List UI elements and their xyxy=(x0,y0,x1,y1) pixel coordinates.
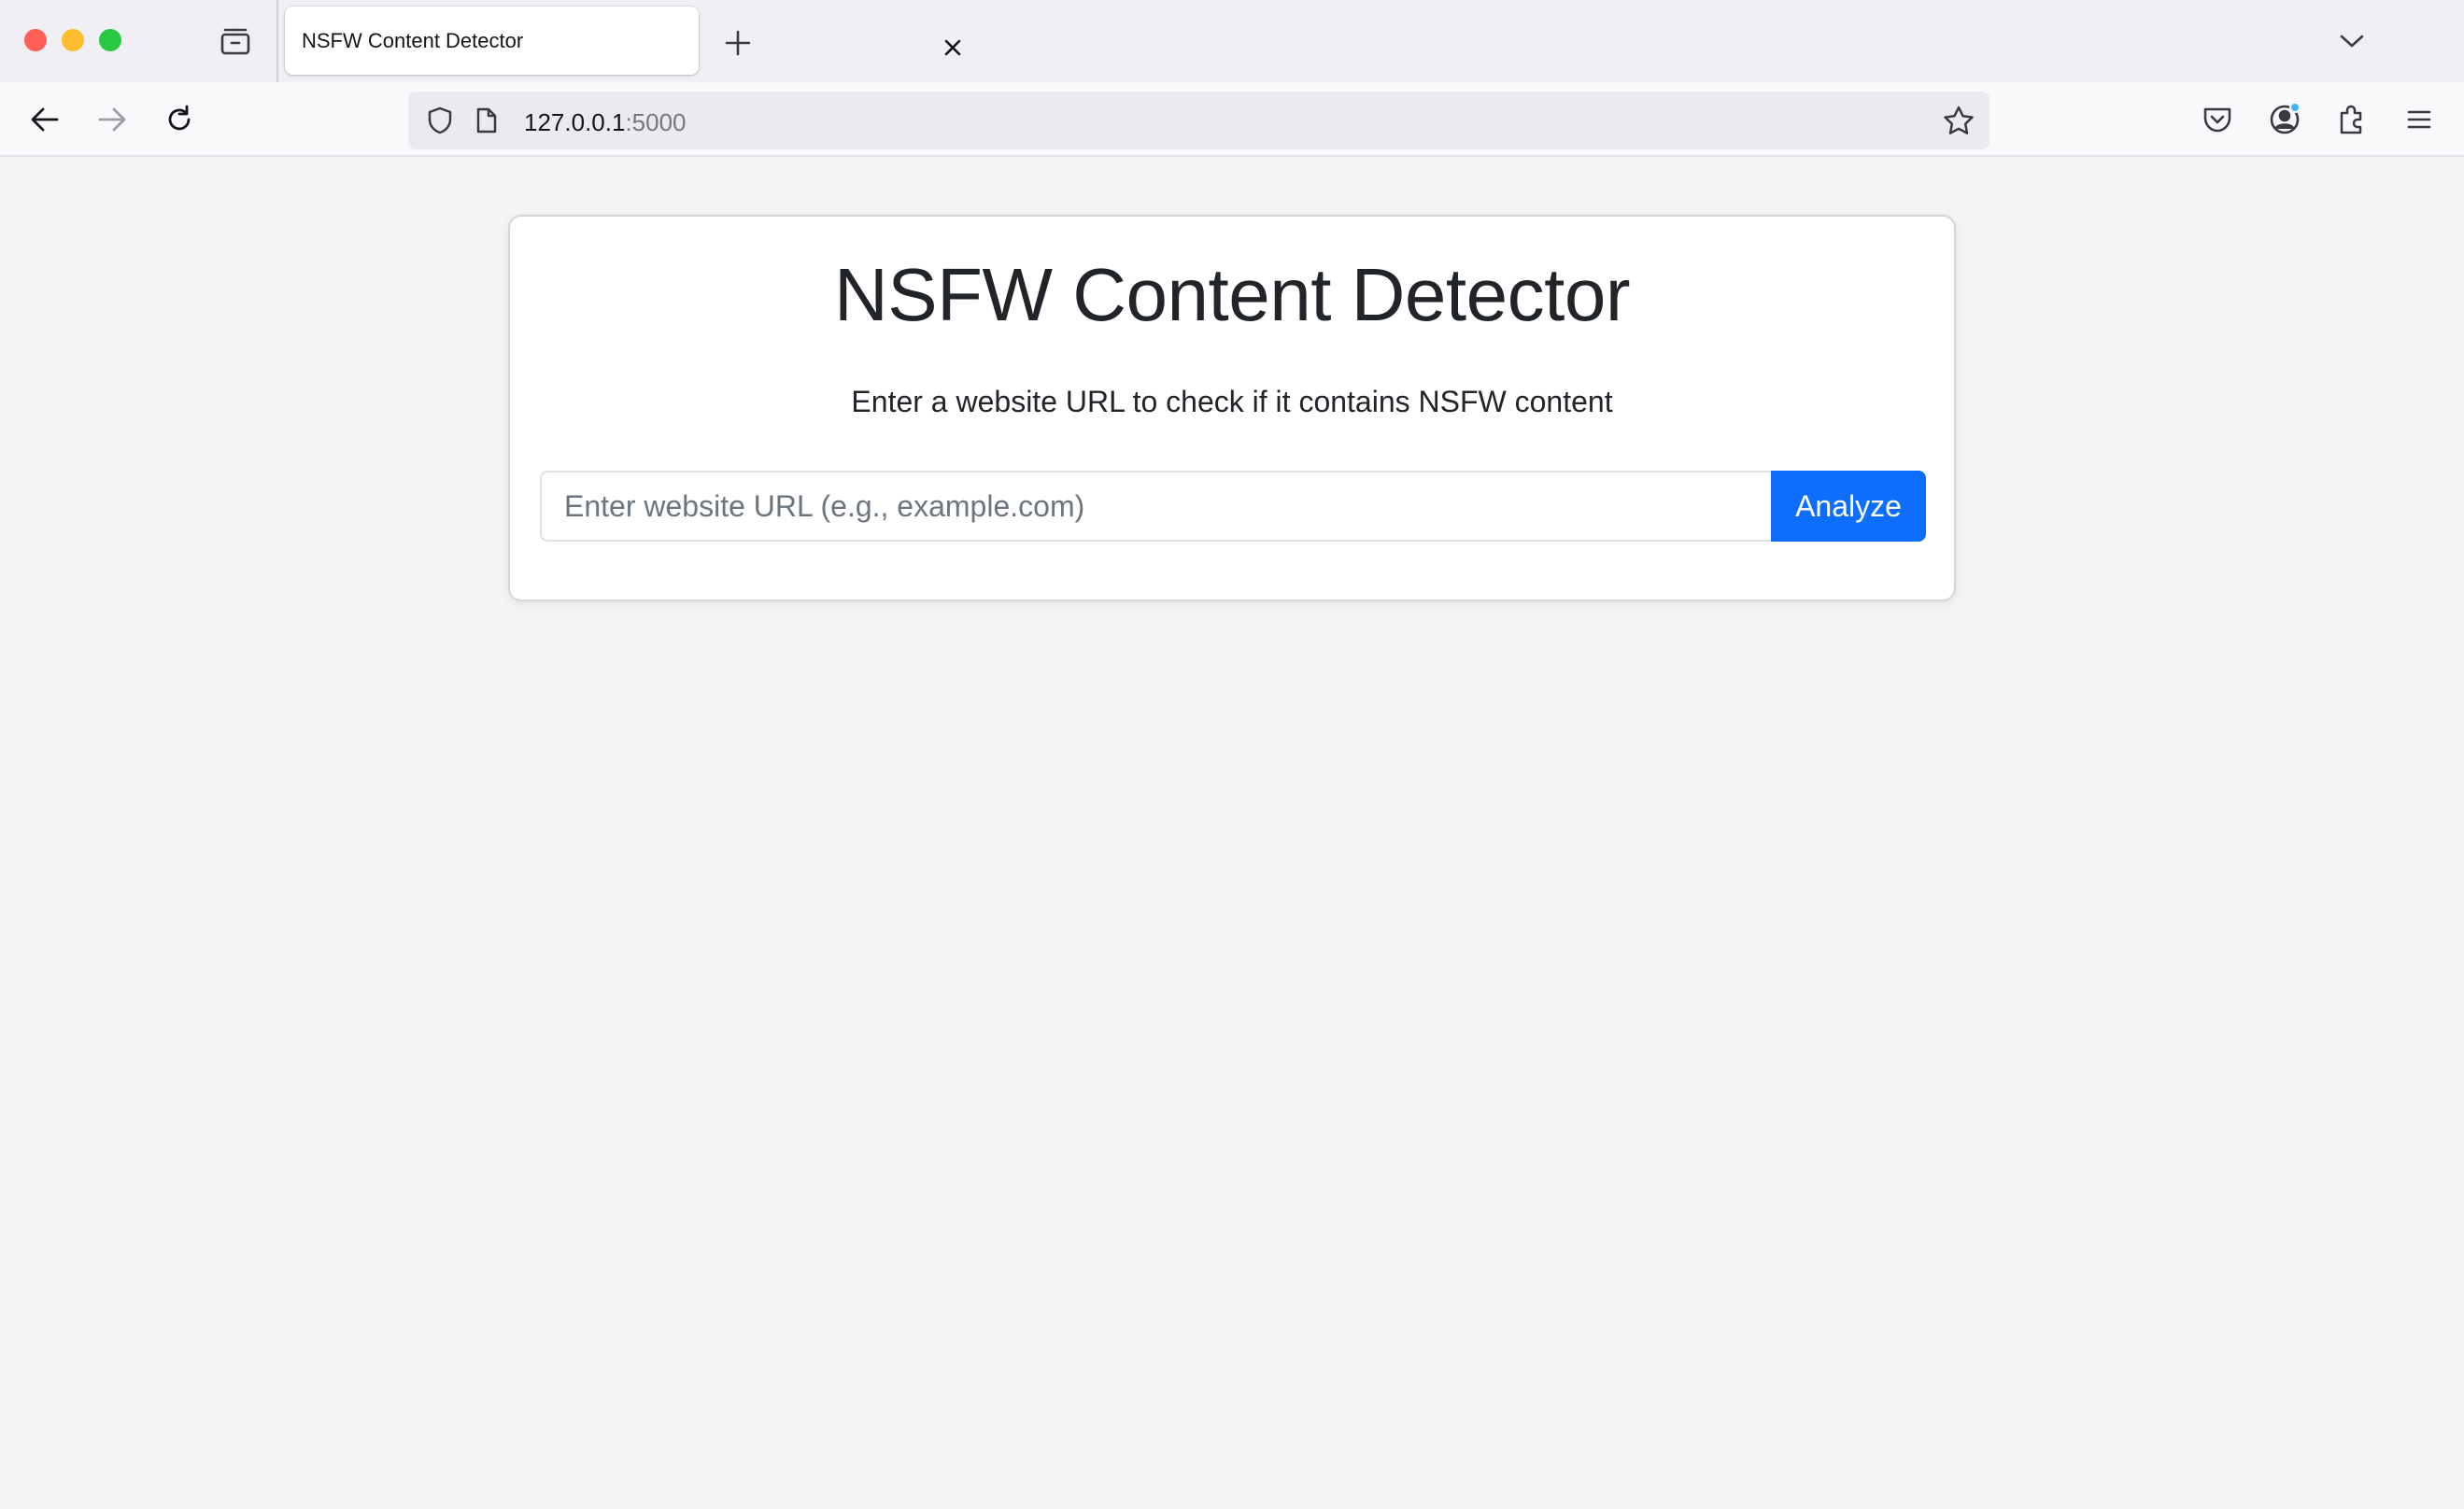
tab-title: NSFW Content Detector xyxy=(302,29,524,52)
forward-arrow-icon[interactable] xyxy=(90,99,135,140)
tab-strip: NSFW Content Detector xyxy=(0,0,2464,82)
page-title: NSFW Content Detector xyxy=(834,253,1631,336)
address-bar[interactable]: 127.0.0.1:5000 xyxy=(408,92,1990,149)
firefox-view-icon[interactable] xyxy=(213,22,258,60)
tab-divider xyxy=(276,0,278,82)
active-tab[interactable]: NSFW Content Detector xyxy=(285,7,961,75)
url-text[interactable]: 127.0.0.1:5000 xyxy=(524,108,687,137)
analyze-button[interactable]: Analyze xyxy=(1771,471,1926,542)
pocket-icon[interactable] xyxy=(2195,99,2240,140)
reload-icon[interactable] xyxy=(157,99,202,140)
maximize-window-button[interactable] xyxy=(99,29,121,51)
extensions-puzzle-icon[interactable] xyxy=(2329,99,2374,140)
page-subtitle: Enter a website URL to check if it conta… xyxy=(851,385,1613,418)
hamburger-menu-icon[interactable] xyxy=(2397,99,2442,140)
back-arrow-icon[interactable] xyxy=(22,99,67,140)
detector-card: NSFW Content Detector Enter a website UR… xyxy=(508,215,1956,601)
chevron-down-icon[interactable] xyxy=(2329,21,2374,62)
notification-dot xyxy=(2289,102,2301,113)
website-url-input[interactable] xyxy=(540,471,1771,542)
close-tab-icon[interactable] xyxy=(933,30,972,65)
close-window-button[interactable] xyxy=(24,29,47,51)
page-icon[interactable] xyxy=(470,101,503,140)
page-viewport: NSFW Content Detector Enter a website UR… xyxy=(0,159,2464,1509)
browser-window: NSFW Content Detector 127.0.0.1:5000 NSF… xyxy=(0,0,2464,1509)
url-port: :5000 xyxy=(625,108,687,136)
shield-icon[interactable] xyxy=(421,101,459,140)
navigation-toolbar: 127.0.0.1:5000 xyxy=(0,82,2464,157)
minimize-window-button[interactable] xyxy=(62,29,84,51)
new-tab-icon[interactable] xyxy=(717,22,758,63)
url-host: 127.0.0.1 xyxy=(524,108,626,136)
account-icon[interactable] xyxy=(2262,99,2307,140)
bookmark-star-icon[interactable] xyxy=(1938,101,1979,140)
url-input-group: Analyze xyxy=(540,471,1926,542)
